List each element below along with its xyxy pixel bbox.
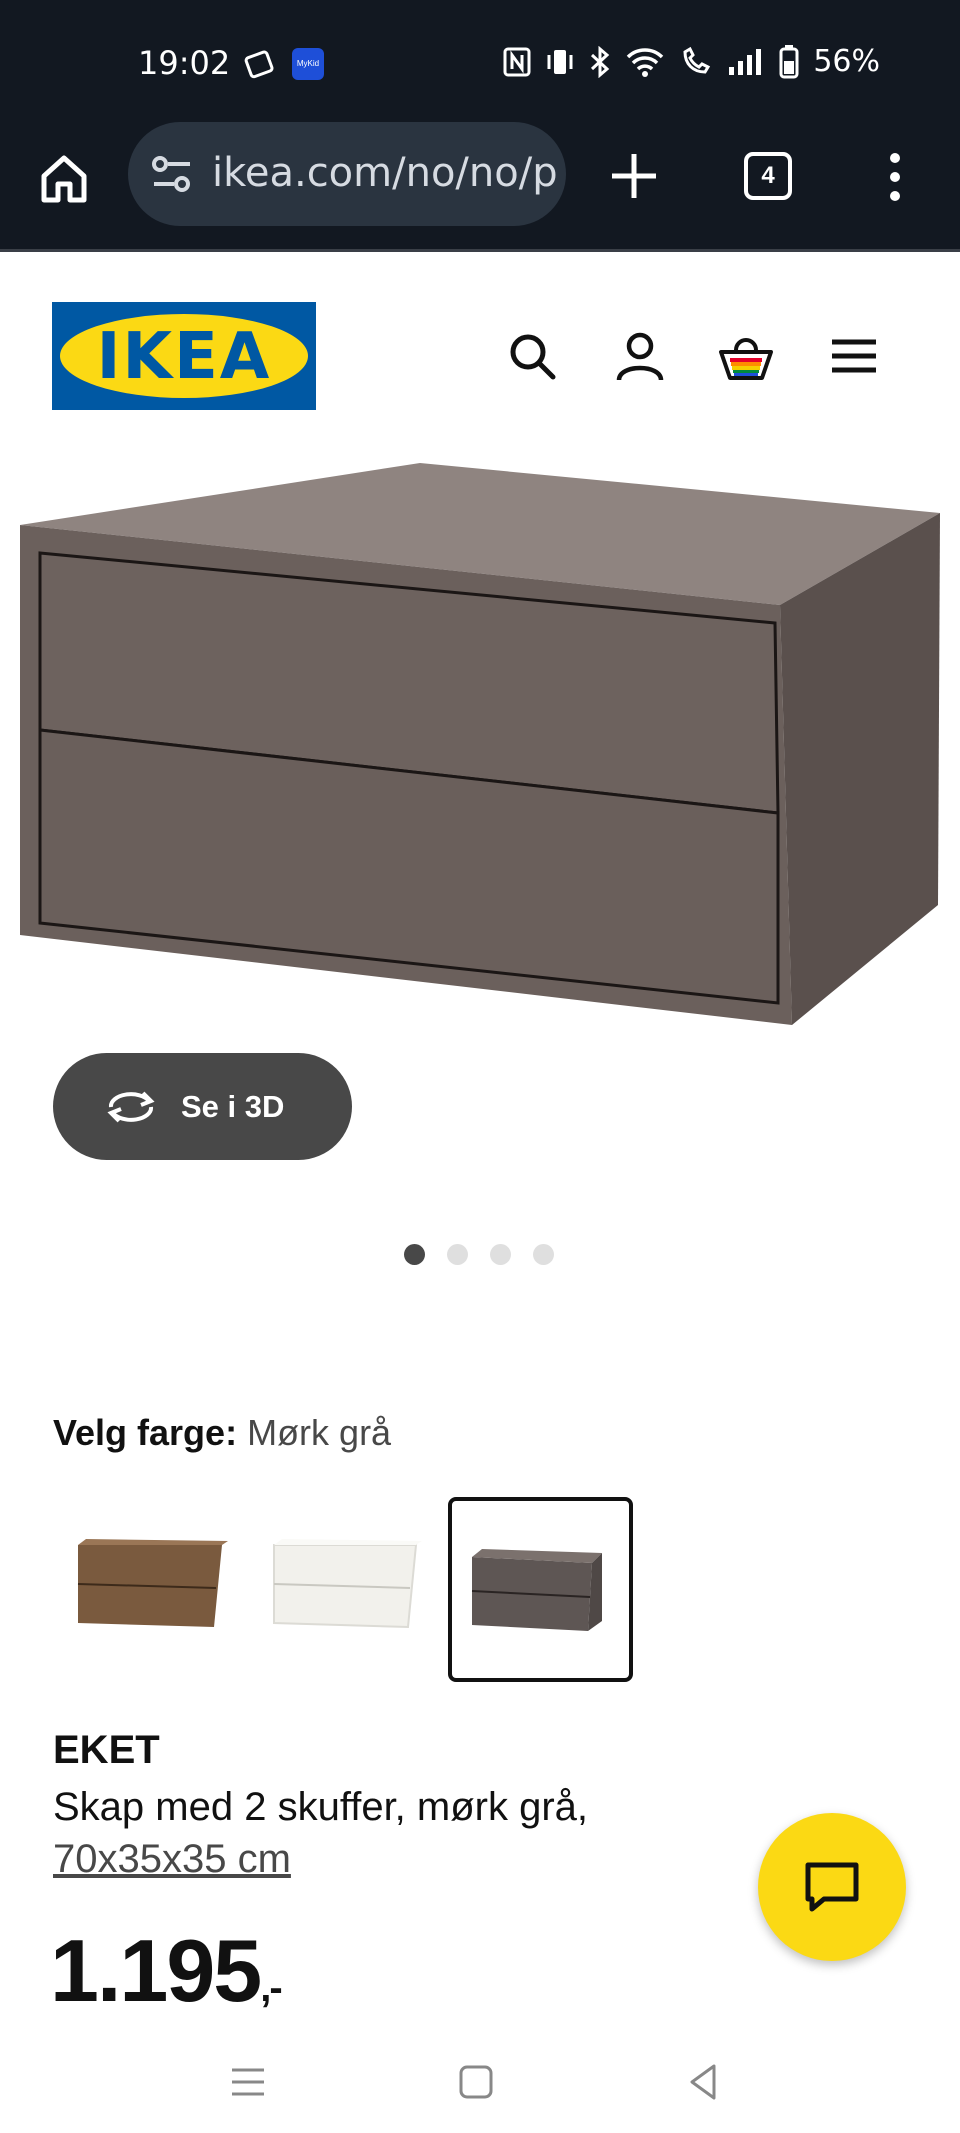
carousel-dot[interactable] (490, 1244, 511, 1265)
ikea-logo-mark: IKEA (60, 314, 308, 398)
color-label-key: Velg farge: (53, 1412, 238, 1453)
price-suffix: ,- (260, 1966, 282, 2010)
new-tab-icon[interactable] (608, 150, 660, 202)
nfc-icon (503, 47, 531, 76)
bluetooth-icon (591, 45, 610, 78)
ikea-logo-text: IKEA (97, 320, 272, 394)
view-in-3d-label: Se i 3D (181, 1088, 285, 1124)
view-in-3d-button[interactable]: Se i 3D (53, 1053, 352, 1160)
dark-grey-swatch-image (471, 1549, 602, 1631)
signal-icon (729, 48, 762, 75)
more-options-icon[interactable] (882, 152, 908, 202)
rotate-3d-icon (107, 1091, 155, 1122)
tab-switcher-button[interactable]: 4 (744, 152, 792, 200)
color-selector-label: Velg farge: Mørk grå (53, 1412, 391, 1454)
dark-grey-swatch[interactable] (448, 1497, 633, 1682)
home-nav-icon[interactable] (452, 2058, 500, 2106)
color-label-value: Mørk grå (247, 1412, 392, 1453)
product-size-link[interactable]: 70x35x35 cm (53, 1837, 291, 1881)
system-navigation-bar (0, 2040, 960, 2133)
carousel-indicator (404, 1244, 554, 1265)
address-bar[interactable]: ikea.com/no/no/p (128, 122, 566, 226)
browser-toolbar: ikea.com/no/no/p 4 (0, 120, 960, 252)
app-notification-icon (244, 50, 274, 79)
mykid-app-icon: MyKid (292, 48, 324, 80)
white-swatch[interactable] (258, 1497, 443, 1682)
product-price: 1.195,- (50, 1920, 283, 2022)
wifi-call-icon (683, 46, 711, 74)
profile-icon[interactable] (614, 330, 666, 382)
hamburger-menu-icon[interactable] (828, 330, 880, 382)
battery-percent: 56% (813, 44, 880, 79)
recent-apps-icon[interactable] (224, 2058, 272, 2106)
site-settings-icon[interactable] (150, 154, 194, 194)
status-bar: 19:02 MyKid 56% (0, 0, 960, 120)
back-icon[interactable] (680, 2058, 728, 2106)
shopping-bag-icon[interactable] (718, 330, 774, 382)
chat-icon (805, 1862, 859, 1912)
home-icon[interactable] (36, 150, 92, 206)
carousel-dot[interactable] (404, 1244, 425, 1265)
price-amount: 1.195 (50, 1921, 262, 2020)
vibrate-icon (547, 49, 573, 74)
product-image[interactable] (0, 455, 960, 1035)
carousel-dot[interactable] (447, 1244, 468, 1265)
walnut-swatch-image (77, 1539, 228, 1627)
white-swatch-image (273, 1539, 422, 1629)
product-description-text: Skap med 2 skuffer, mørk grå, (53, 1785, 589, 1829)
wifi-icon (627, 47, 664, 77)
status-icons: 56% (503, 44, 880, 79)
product-description: Skap med 2 skuffer, mørk grå, 70x35x35 c… (53, 1781, 733, 1885)
url-text: ikea.com/no/no/p (212, 150, 558, 196)
battery-icon (779, 44, 799, 78)
walnut-swatch[interactable] (62, 1497, 247, 1682)
search-icon[interactable] (506, 330, 558, 382)
carousel-dot[interactable] (533, 1244, 554, 1265)
product-name: EKET (53, 1728, 160, 1772)
chat-button[interactable] (758, 1813, 906, 1961)
status-time: 19:02 (138, 44, 231, 82)
ikea-logo[interactable]: IKEA (52, 302, 316, 410)
